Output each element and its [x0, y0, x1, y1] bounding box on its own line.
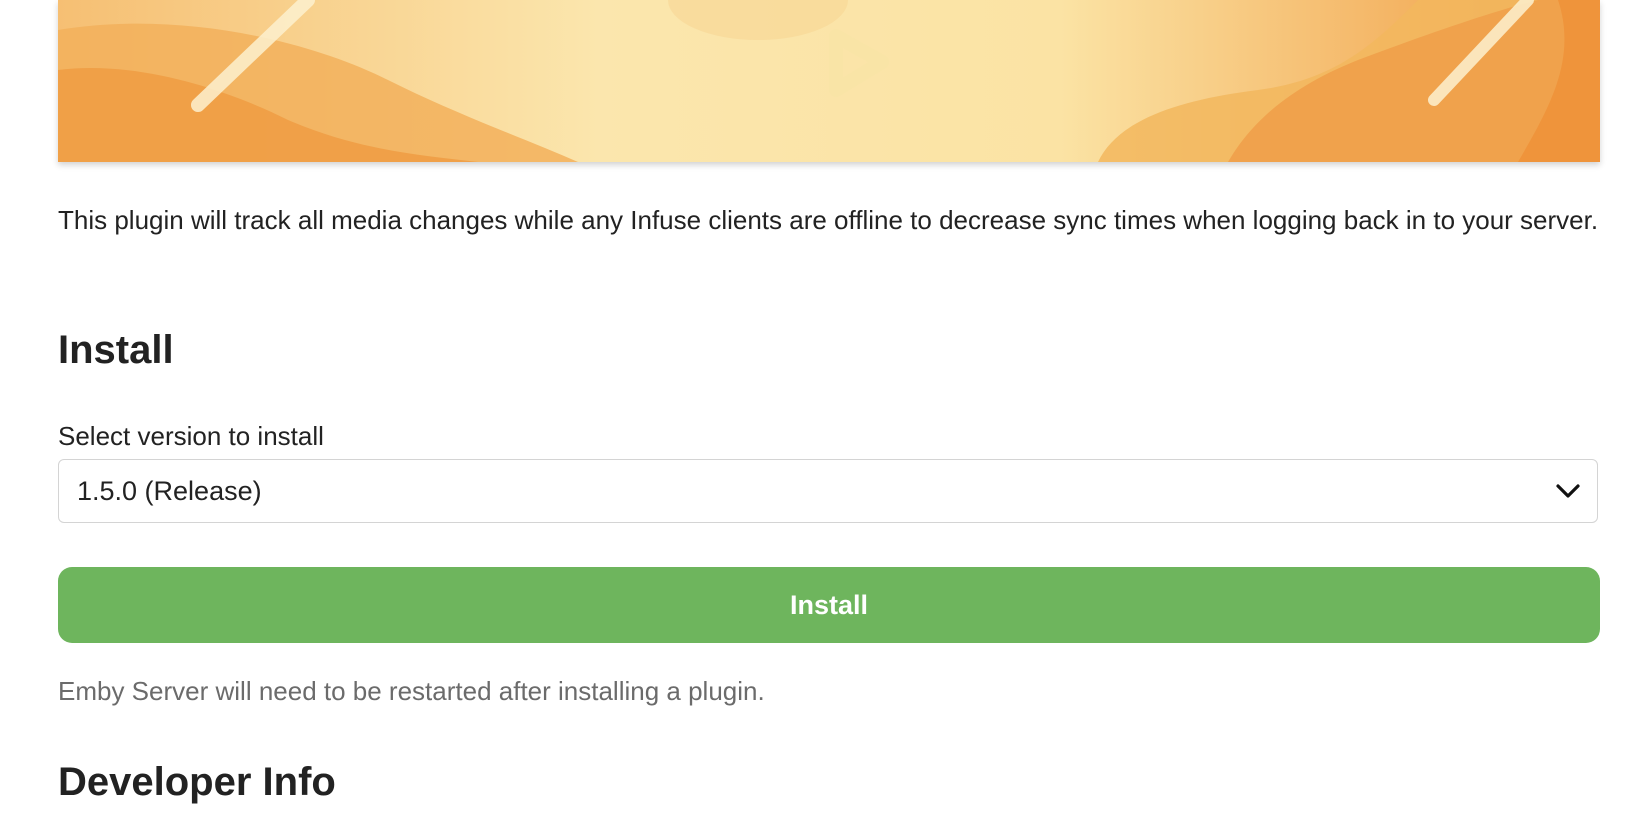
version-select[interactable]: 1.5.0 (Release)	[58, 459, 1598, 523]
install-heading: Install	[58, 328, 174, 372]
chevron-down-icon	[1556, 484, 1580, 498]
restart-note: Emby Server will need to be restarted af…	[58, 676, 765, 706]
plugin-banner-image	[58, 0, 1600, 162]
plugin-description: This plugin will track all media changes…	[58, 205, 1599, 235]
plugin-detail-page: This plugin will track all media changes…	[0, 0, 1626, 822]
install-button[interactable]: Install	[58, 567, 1600, 643]
selected-version-value: 1.5.0 (Release)	[77, 476, 262, 506]
play-icon	[829, 29, 889, 97]
developer-info-heading: Developer Info	[58, 760, 336, 804]
version-select-label: Select version to install	[58, 421, 324, 451]
